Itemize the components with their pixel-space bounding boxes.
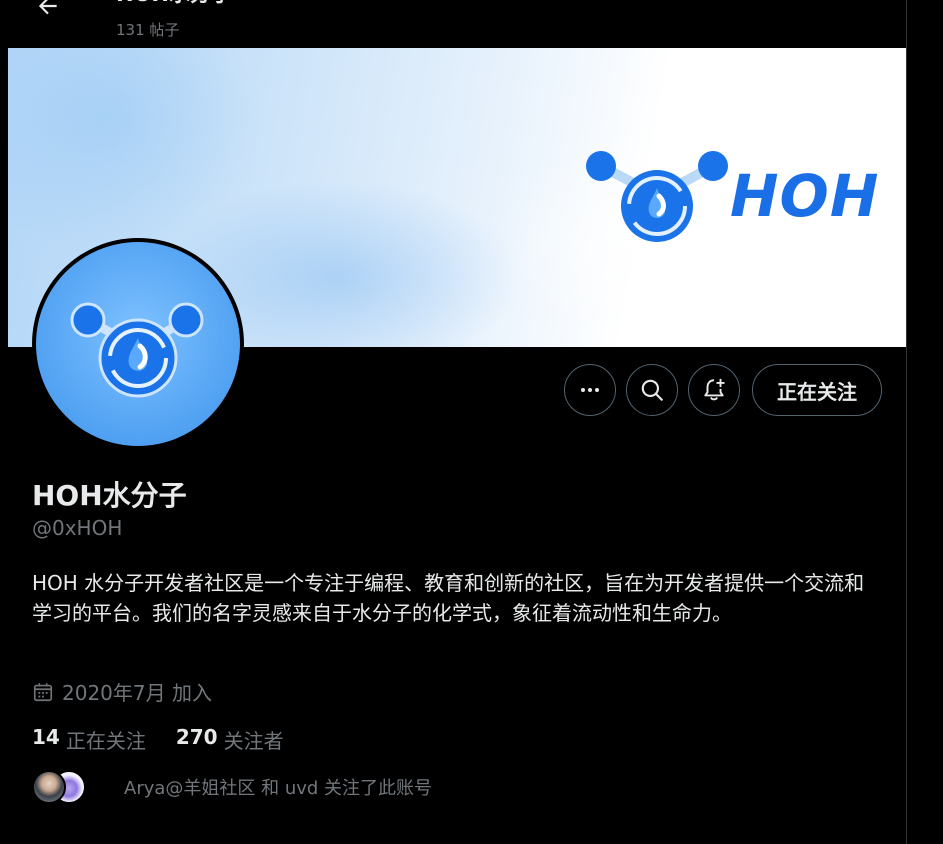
more-button[interactable] bbox=[564, 364, 616, 416]
joined-text: 2020年7月 加入 bbox=[62, 681, 212, 705]
notifications-button[interactable] bbox=[688, 364, 740, 416]
followers-stat[interactable]: 270 关注者 bbox=[176, 725, 284, 754]
following-label: 正在关注 bbox=[65, 729, 146, 753]
notification-bell-icon bbox=[704, 378, 725, 401]
profile-bio: HOH 水分子开发者社区是一个专注于编程、教育和创新的社区，旨在为开发者提供一个… bbox=[32, 571, 865, 625]
more-icon bbox=[581, 388, 599, 392]
followers-count: 270 bbox=[175, 725, 218, 749]
post-count: 131 帖子 bbox=[116, 21, 180, 39]
back-button[interactable] bbox=[28, 0, 68, 26]
calendar-icon bbox=[33, 682, 53, 701]
following-count: 14 bbox=[32, 725, 60, 749]
hoh-avatar-logo bbox=[70, 302, 204, 398]
header-title: HOH水分子 bbox=[116, 0, 232, 8]
profile-actions: 正在关注 bbox=[564, 364, 882, 416]
profile-handle: @0xHOH bbox=[32, 516, 123, 540]
profile-column: HOH水分子 131 帖子 HOH bbox=[8, 0, 907, 844]
following-button[interactable]: 正在关注 bbox=[752, 364, 882, 416]
top-bar: HOH水分子 131 帖子 bbox=[8, 0, 906, 48]
followers-label: 关注者 bbox=[223, 729, 284, 753]
joined-date: 2020年7月 加入 bbox=[32, 677, 212, 706]
following-stat[interactable]: 14 正在关注 bbox=[32, 725, 146, 754]
avatar[interactable] bbox=[36, 242, 240, 446]
search-icon bbox=[641, 379, 663, 401]
banner-wordmark: HOH bbox=[730, 162, 880, 230]
avatar-frame[interactable] bbox=[32, 238, 244, 450]
mutual-avatar bbox=[32, 770, 66, 804]
follow-stats: 14 正在关注 270 关注者 bbox=[32, 725, 284, 754]
search-button[interactable] bbox=[626, 364, 678, 416]
mutual-followers[interactable]: Arya@羊姐社区 和 uvd 关注了此账号 bbox=[32, 770, 432, 804]
profile-display-name: HOH水分子 bbox=[32, 479, 187, 512]
mutual-followers-text: Arya@羊姐社区 和 uvd 关注了此账号 bbox=[124, 778, 433, 799]
arrow-left-icon bbox=[38, 0, 57, 15]
